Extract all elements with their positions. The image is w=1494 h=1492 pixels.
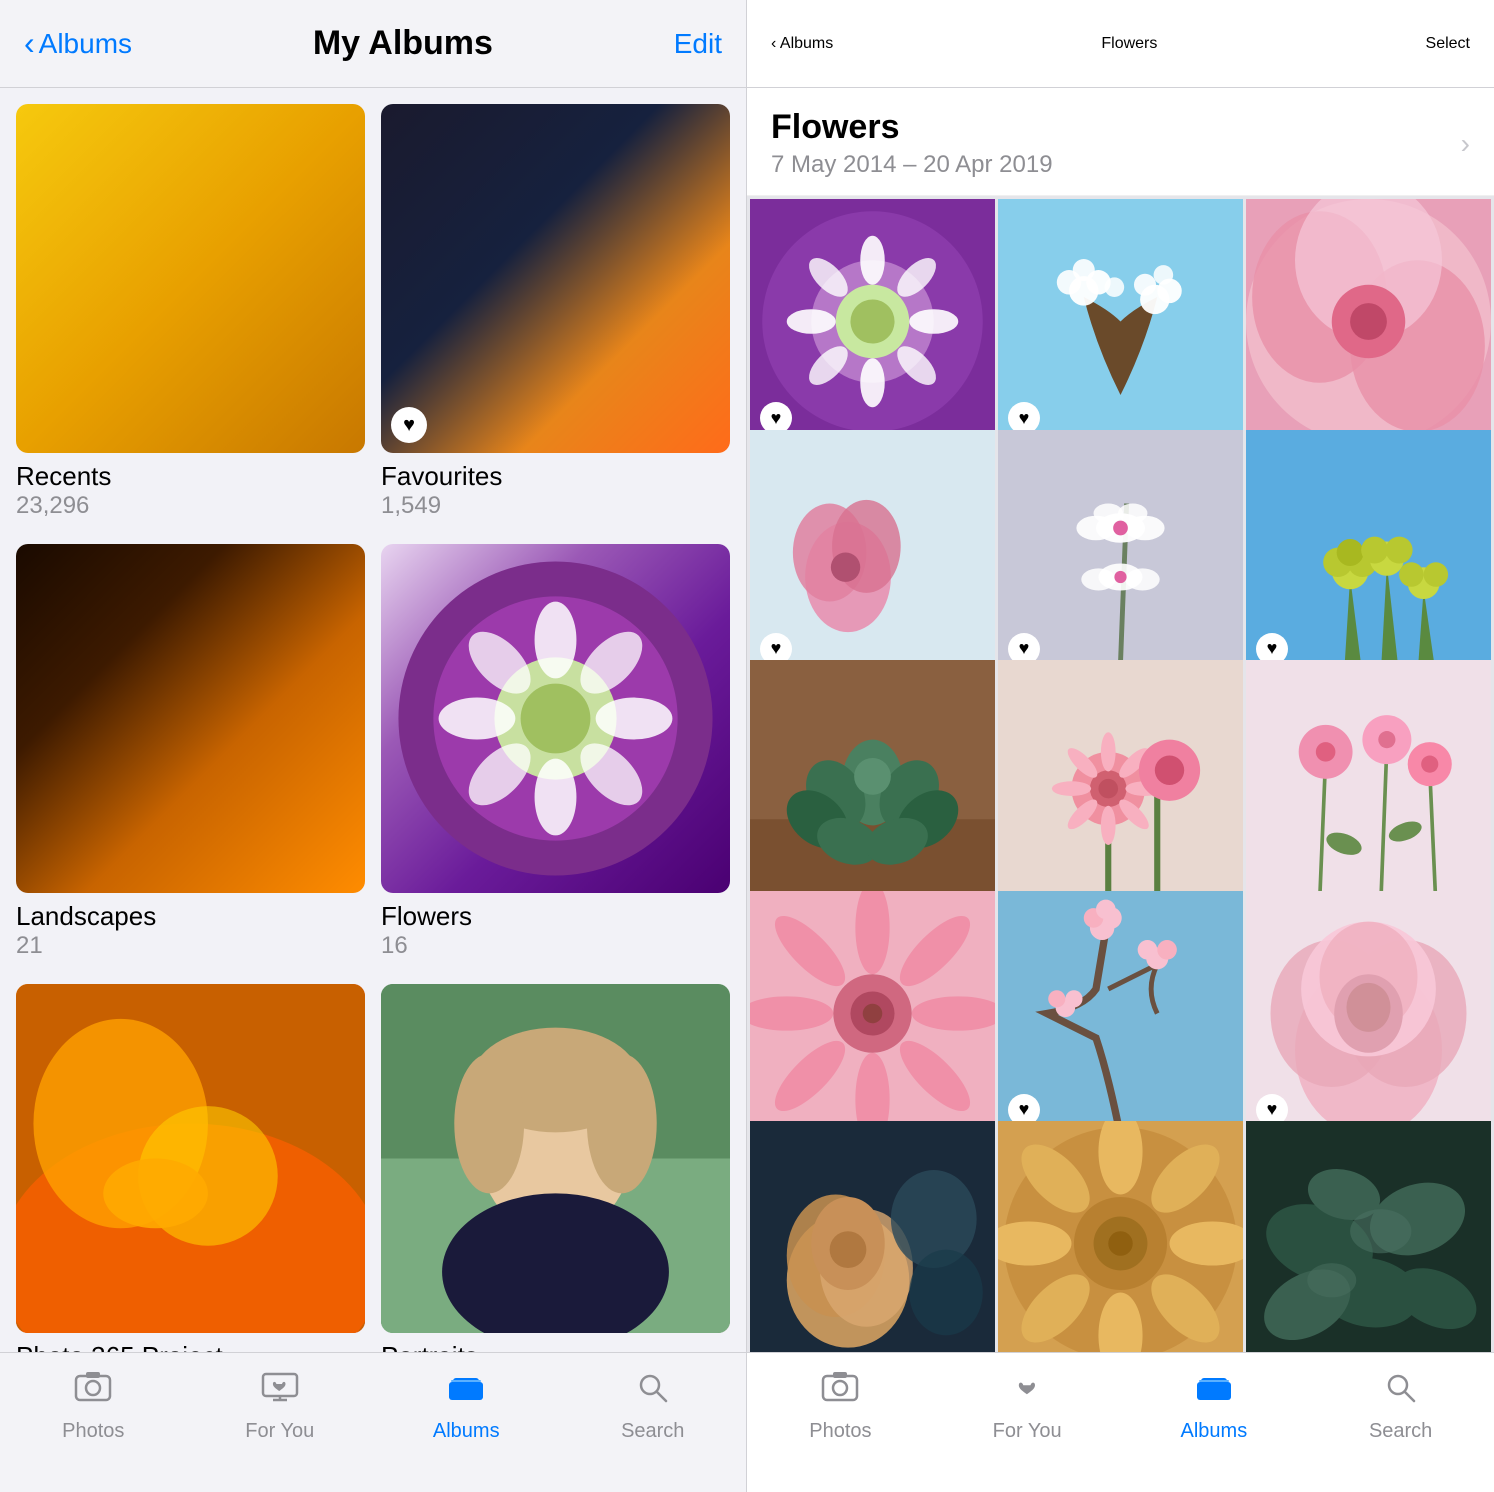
album-thumb-flowers bbox=[381, 544, 730, 893]
left-tab-for-you[interactable]: For You bbox=[187, 1369, 374, 1443]
album-name-flowers: Flowers bbox=[381, 901, 730, 932]
photo-cell-f9[interactable] bbox=[1246, 660, 1491, 905]
right-tab-for-you[interactable]: For You bbox=[934, 1369, 1121, 1443]
left-tab-albums-icon bbox=[447, 1369, 485, 1414]
right-nav-title: Flowers bbox=[1101, 35, 1157, 53]
left-tab-photos[interactable]: Photos bbox=[0, 1369, 187, 1443]
album-item-favourites[interactable]: ♥ Favourites 1,549 bbox=[381, 104, 730, 520]
right-tab-albums[interactable]: Albums bbox=[1121, 1369, 1308, 1443]
left-tab-search-label: Search bbox=[621, 1420, 684, 1443]
album-name-photo365: Photo 365 Project bbox=[16, 1341, 365, 1352]
favourites-heart-badge: ♥ bbox=[391, 407, 427, 443]
album-name-favourites: Favourites bbox=[381, 461, 730, 492]
right-tab-search-label: Search bbox=[1369, 1420, 1432, 1443]
photo-f3-svg bbox=[1246, 199, 1491, 444]
left-tab-search-icon bbox=[634, 1369, 672, 1414]
left-tab-for-you-icon bbox=[261, 1369, 299, 1414]
albums-scroll: Recents 23,296 ♥ Favourites 1,549 Landsc… bbox=[0, 88, 746, 1352]
photo-cell-f4[interactable]: ♥ bbox=[750, 430, 995, 675]
right-back-button[interactable]: ‹ Albums bbox=[771, 35, 833, 53]
photo-f8-svg bbox=[998, 660, 1243, 905]
album-name-portraits: Portraits bbox=[381, 1341, 730, 1352]
right-tab-for-you-label: For You bbox=[993, 1420, 1062, 1443]
photo365-thumb-svg bbox=[16, 984, 365, 1333]
album-thumb-photo365 bbox=[16, 984, 365, 1333]
right-chevron-icon: ‹ bbox=[771, 35, 776, 52]
flowers-thumb-svg bbox=[381, 544, 730, 893]
flowers-info-chevron-icon[interactable]: › bbox=[1461, 128, 1470, 160]
right-nav-bar: ‹ Albums Flowers Select bbox=[747, 0, 1494, 88]
photo-cell-f6[interactable]: ♥ bbox=[1246, 430, 1491, 675]
right-tab-photos-icon bbox=[821, 1369, 859, 1414]
right-tab-photos[interactable]: Photos bbox=[747, 1369, 934, 1443]
left-tab-albums[interactable]: Albums bbox=[373, 1369, 560, 1443]
album-item-flowers[interactable]: Flowers 16 bbox=[381, 544, 730, 960]
photo-cell-f13[interactable] bbox=[750, 1121, 995, 1352]
left-tab-albums-label: Albums bbox=[433, 1420, 500, 1443]
photo-cell-f14[interactable] bbox=[998, 1121, 1243, 1352]
album-thumb-landscapes bbox=[16, 544, 365, 893]
album-count-favourites: 1,549 bbox=[381, 492, 730, 520]
album-item-portraits[interactable]: Portraits 16 bbox=[381, 984, 730, 1352]
right-tab-albums-label: Albums bbox=[1181, 1420, 1248, 1443]
photo-cell-f2[interactable]: ♥ bbox=[998, 199, 1243, 444]
flowers-photos-grid: ♥ ♥ bbox=[747, 196, 1494, 1352]
album-count-flowers: 16 bbox=[381, 932, 730, 960]
left-back-label: Albums bbox=[39, 28, 132, 60]
left-tab-photos-icon bbox=[74, 1369, 112, 1414]
album-name-landscapes: Landscapes bbox=[16, 901, 365, 932]
photo-cell-f10[interactable] bbox=[750, 891, 995, 1136]
right-back-label: Albums bbox=[780, 35, 833, 52]
right-tab-for-you-icon bbox=[1008, 1369, 1046, 1414]
photo-f14-svg bbox=[998, 1121, 1243, 1352]
photo-f15-svg bbox=[1246, 1121, 1491, 1352]
flowers-info-text: Flowers 7 May 2014 – 20 Apr 2019 bbox=[771, 108, 1053, 179]
photo-cell-f11[interactable]: ♥ bbox=[998, 891, 1243, 1136]
photo-f7-svg bbox=[750, 660, 995, 905]
left-nav-bar: ‹ Albums My Albums Edit bbox=[0, 0, 746, 88]
photo-cell-f12[interactable]: ♥ bbox=[1246, 891, 1491, 1136]
left-tab-bar: Photos For You A bbox=[0, 1352, 746, 1492]
left-tab-search[interactable]: Search bbox=[560, 1369, 747, 1443]
left-tab-photos-label: Photos bbox=[62, 1420, 124, 1443]
left-edit-button[interactable]: Edit bbox=[674, 28, 722, 60]
left-chevron-icon: ‹ bbox=[24, 25, 35, 62]
album-count-recents: 23,296 bbox=[16, 492, 365, 520]
album-item-landscapes[interactable]: Landscapes 21 bbox=[16, 544, 365, 960]
album-item-photo365[interactable]: Photo 365 Project 78 bbox=[16, 984, 365, 1352]
photo-f13-svg bbox=[750, 1121, 995, 1352]
photo-f10-svg bbox=[750, 891, 995, 1136]
right-tab-search-icon bbox=[1382, 1369, 1420, 1414]
photo-f9-svg bbox=[1246, 660, 1491, 905]
left-tab-for-you-label: For You bbox=[245, 1420, 314, 1443]
right-tab-search[interactable]: Search bbox=[1307, 1369, 1494, 1443]
right-panel: ‹ Albums Flowers Select Flowers 7 May 20… bbox=[747, 0, 1494, 1492]
right-tab-photos-label: Photos bbox=[809, 1420, 871, 1443]
photo-cell-f15[interactable] bbox=[1246, 1121, 1491, 1352]
portraits-thumb-svg bbox=[381, 984, 730, 1333]
album-count-landscapes: 21 bbox=[16, 932, 365, 960]
album-thumb-favourites: ♥ bbox=[381, 104, 730, 453]
right-select-button[interactable]: Select bbox=[1426, 35, 1470, 53]
flowers-info: Flowers 7 May 2014 – 20 Apr 2019 › bbox=[747, 88, 1494, 196]
albums-grid: Recents 23,296 ♥ Favourites 1,549 Landsc… bbox=[16, 104, 730, 1352]
album-name-recents: Recents bbox=[16, 461, 365, 492]
album-thumb-portraits bbox=[381, 984, 730, 1333]
right-tab-bar: Photos For You Albums bbox=[747, 1352, 1494, 1492]
photo-cell-f8[interactable] bbox=[998, 660, 1243, 905]
left-nav-title: My Albums bbox=[313, 24, 493, 63]
left-back-button[interactable]: ‹ Albums bbox=[24, 25, 132, 62]
right-tab-albums-icon bbox=[1195, 1369, 1233, 1414]
album-item-recents[interactable]: Recents 23,296 bbox=[16, 104, 365, 520]
photo-cell-f5[interactable]: ♥ bbox=[998, 430, 1243, 675]
flowers-album-dates: 7 May 2014 – 20 Apr 2019 bbox=[771, 151, 1053, 179]
left-panel: ‹ Albums My Albums Edit Recents 23,296 ♥… bbox=[0, 0, 747, 1492]
album-thumb-recents bbox=[16, 104, 365, 453]
flowers-album-title: Flowers bbox=[771, 108, 1053, 147]
photo-cell-f3[interactable] bbox=[1246, 199, 1491, 444]
photo-cell-f7[interactable] bbox=[750, 660, 995, 905]
photo-cell-f1[interactable]: ♥ bbox=[750, 199, 995, 444]
